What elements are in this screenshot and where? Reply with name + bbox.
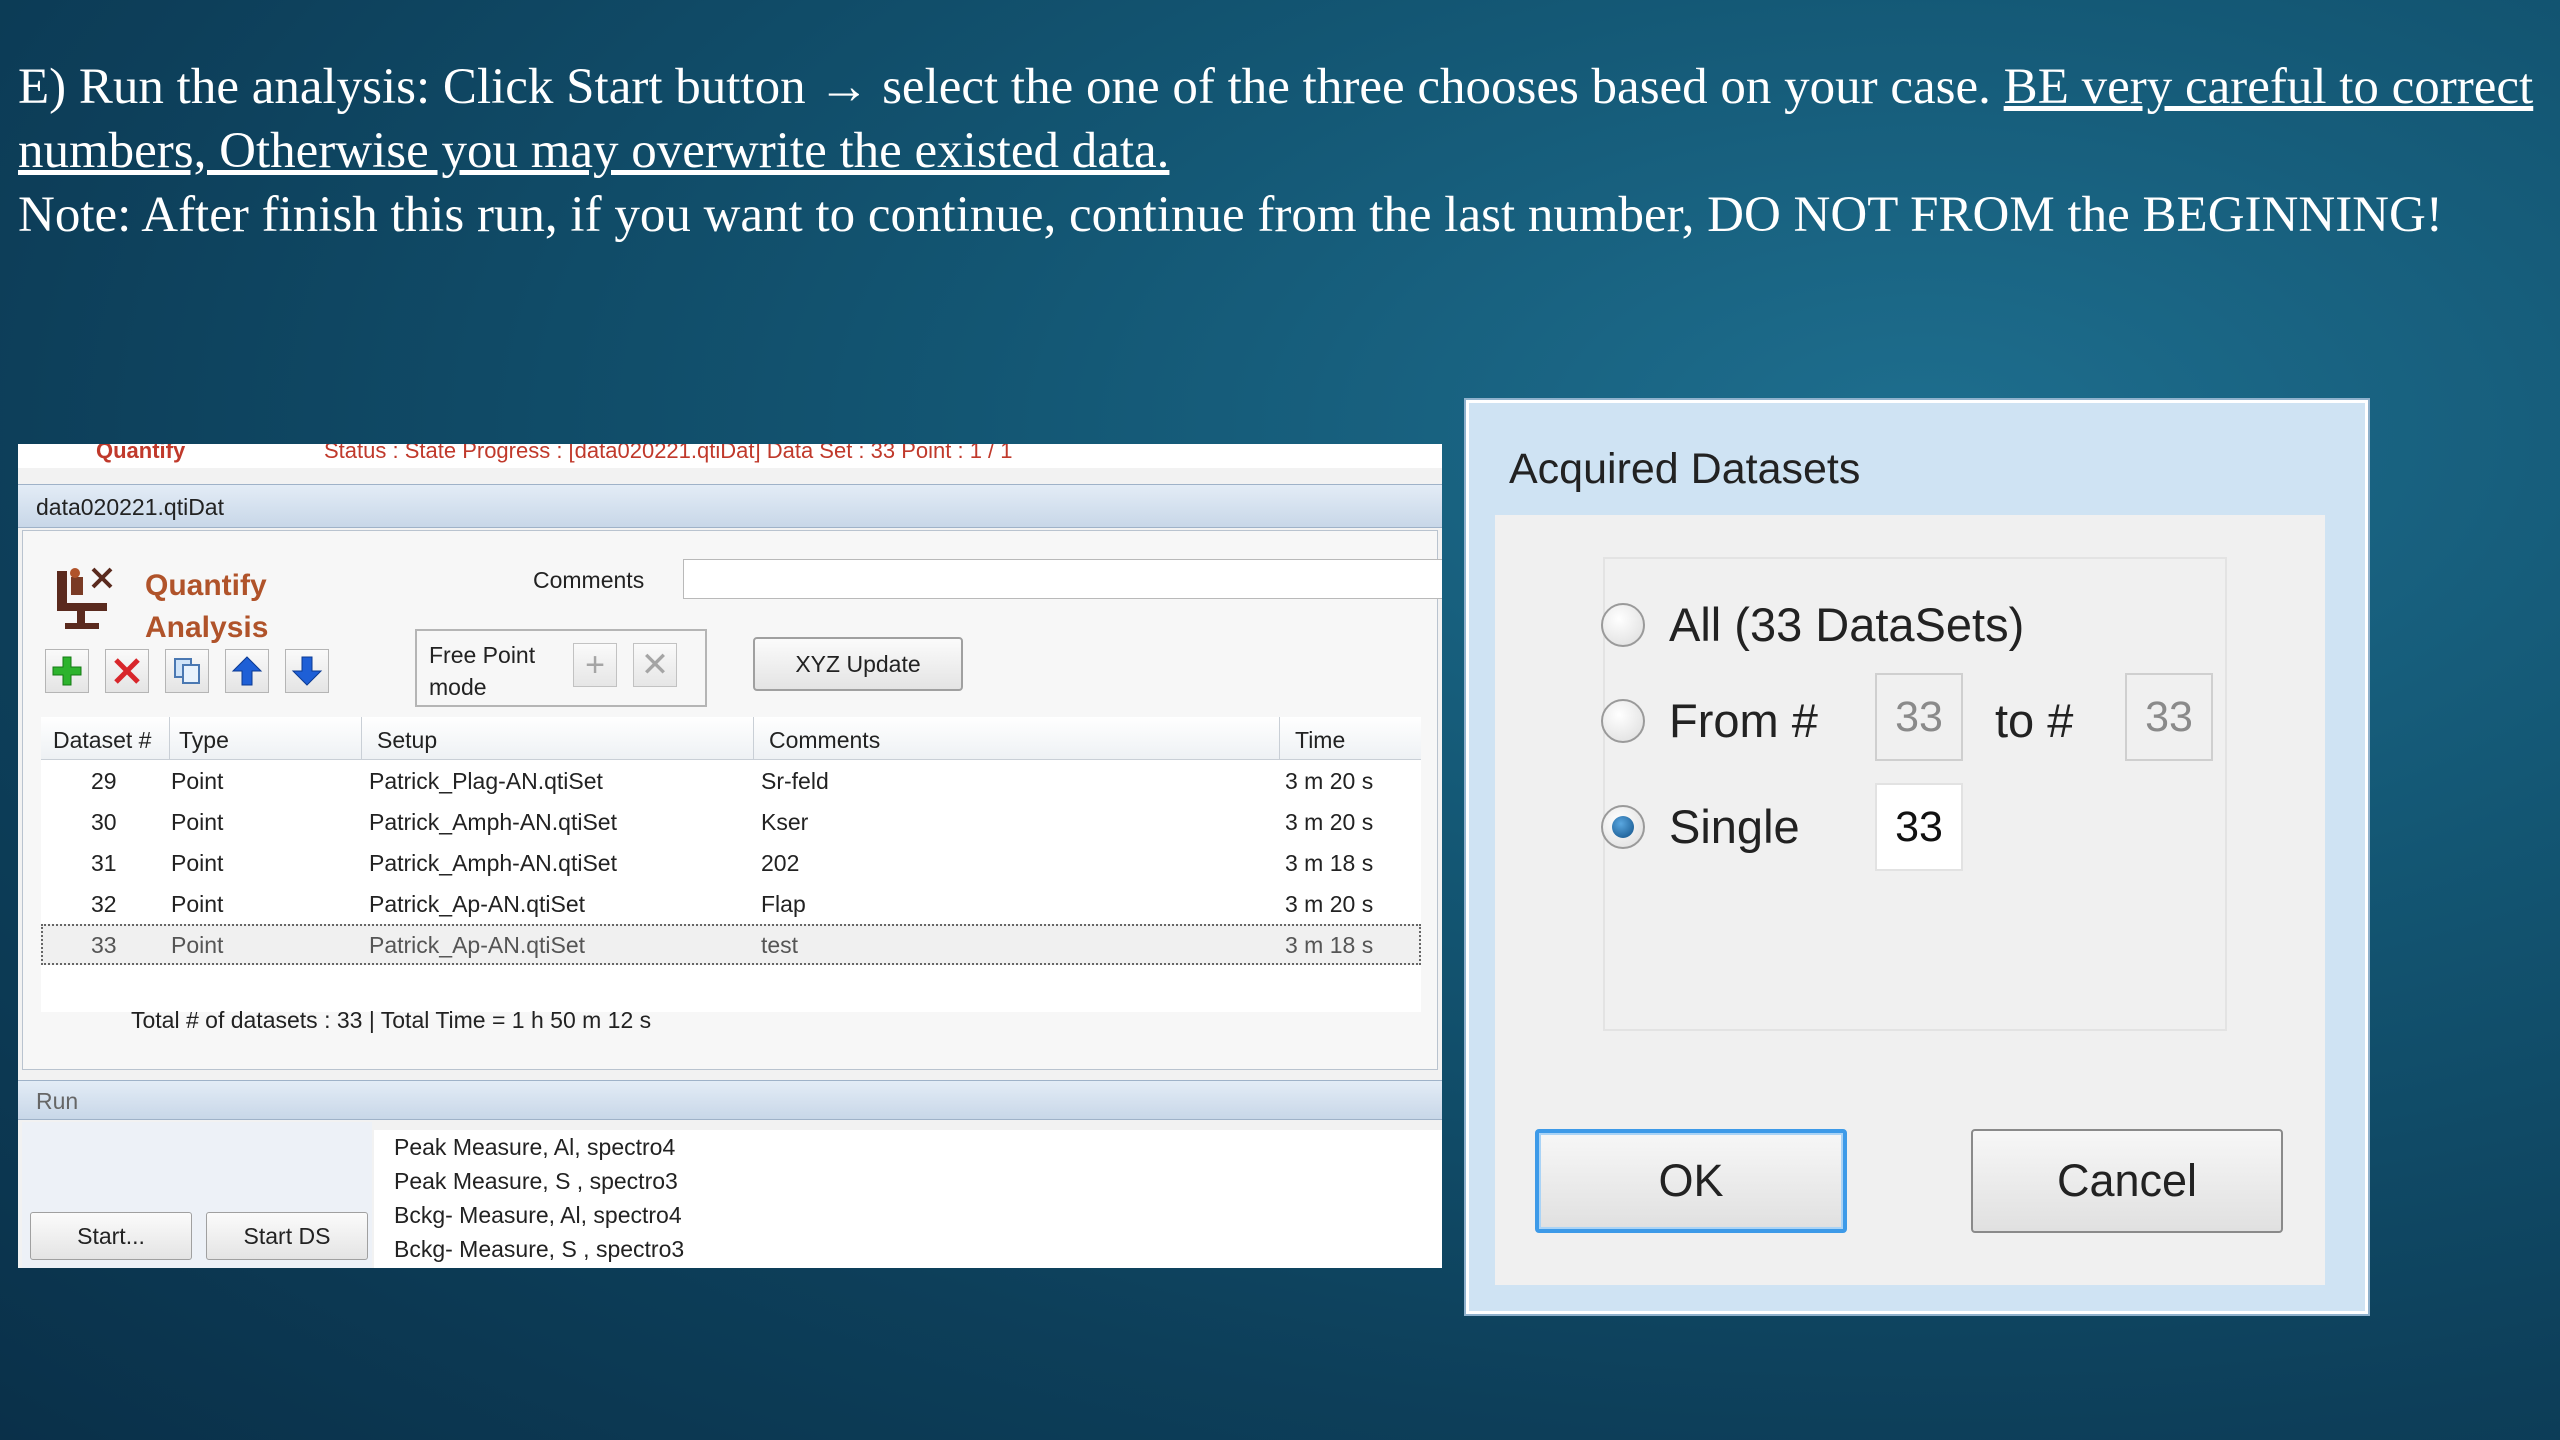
status-quantity-label: Quantify xyxy=(96,444,186,463)
table-row[interactable]: 29 Point Patrick_Plag-AN.qtiSet Sr-feld … xyxy=(41,760,1421,801)
comments-input[interactable] xyxy=(683,559,1442,599)
from-number-input[interactable]: 33 xyxy=(1875,673,1963,761)
quantify-panel: Quantify Analysis Comments Free Point mo… xyxy=(22,530,1442,1070)
column-header-dataset[interactable]: Dataset # xyxy=(53,727,151,754)
cell-dataset: 29 xyxy=(91,768,117,794)
panel-title: data020221.qtiDat xyxy=(18,484,1442,528)
column-header-type[interactable]: Type xyxy=(179,727,229,754)
single-number-input[interactable]: 33 xyxy=(1875,783,1963,871)
move-up-icon xyxy=(231,656,263,686)
instruction-note: Note: After finish this run, if you want… xyxy=(18,187,2443,243)
move-down-button[interactable] xyxy=(285,649,329,693)
cell-comments: 202 xyxy=(761,850,800,876)
list-item[interactable]: Peak Measure, S , spectro3 xyxy=(394,1168,678,1195)
cell-time: 3 m 18 s xyxy=(1285,932,1374,958)
table-row-selected[interactable]: 33 Point Patrick_Ap-AN.qtiSet test 3 m 1… xyxy=(41,924,1421,965)
cell-time: 3 m 18 s xyxy=(1285,850,1374,876)
cell-type: Point xyxy=(171,850,224,876)
cell-setup: Patrick_Amph-AN.qtiSet xyxy=(369,850,617,876)
quantify-analysis-icon xyxy=(53,563,123,633)
cell-comments: Sr-feld xyxy=(761,768,829,794)
start-button[interactable]: Start... xyxy=(30,1212,192,1260)
cell-dataset: 32 xyxy=(91,891,117,917)
xyz-update-button[interactable]: XYZ Update xyxy=(753,637,963,691)
run-steps-list: Peak Measure, Al, spectro4 Peak Measure,… xyxy=(374,1130,1442,1268)
cell-time: 3 m 20 s xyxy=(1285,891,1374,917)
option-to-label: to # xyxy=(1995,694,2074,747)
cell-time: 3 m 20 s xyxy=(1285,768,1374,794)
radio-single[interactable] xyxy=(1601,805,1645,849)
cell-comments: test xyxy=(761,932,799,958)
quantify-analysis-title: Quantify Analysis xyxy=(145,565,268,649)
delete-dataset-button[interactable] xyxy=(105,649,149,693)
copy-dataset-button[interactable] xyxy=(165,649,209,693)
cell-dataset: 33 xyxy=(91,932,117,958)
cell-setup: Patrick_Ap-AN.qtiSet xyxy=(369,891,586,917)
slide-instructions: E) Run the analysis: Click Start button … xyxy=(18,55,2538,247)
qa-title-line2: Analysis xyxy=(145,611,269,644)
cell-type: Point xyxy=(171,809,224,835)
cell-dataset: 30 xyxy=(91,809,117,835)
list-item[interactable]: Peak Measure, Al, spectro4 xyxy=(394,1134,675,1161)
free-point-remove-button[interactable]: ✕ xyxy=(633,643,677,687)
option-from-label[interactable]: From # xyxy=(1669,693,1818,748)
cell-comments: Kser xyxy=(761,809,809,835)
delete-icon xyxy=(114,658,140,684)
cell-dataset: 31 xyxy=(91,850,117,876)
copy-icon xyxy=(174,658,200,684)
cell-time: 3 m 20 s xyxy=(1285,809,1374,835)
start-ds-button[interactable]: Start DS xyxy=(206,1212,368,1260)
datasets-totals: Total # of datasets : 33 | Total Time = … xyxy=(131,1007,652,1033)
close-icon: ✕ xyxy=(640,646,670,684)
ok-button[interactable]: OK xyxy=(1535,1129,1847,1233)
table-row[interactable]: 32 Point Patrick_Ap-AN.qtiSet Flap 3 m 2… xyxy=(41,883,1421,924)
column-header-time[interactable]: Time xyxy=(1295,727,1345,754)
table-row[interactable]: 31 Point Patrick_Amph-AN.qtiSet 202 3 m … xyxy=(41,842,1421,883)
acquired-datasets-dialog: Acquired Datasets All (33 DataSets) From… xyxy=(1466,400,2368,1314)
dataset-selection-group: All (33 DataSets) From # 33 to # 33 Sing… xyxy=(1601,557,2227,1031)
move-down-icon xyxy=(291,656,323,686)
add-dataset-button[interactable] xyxy=(45,649,89,693)
dialog-title: Acquired Datasets xyxy=(1509,445,1861,493)
table-row[interactable]: 30 Point Patrick_Amph-AN.qtiSet Kser 3 m… xyxy=(41,801,1421,842)
plus-icon: + xyxy=(585,645,605,684)
free-point-add-button[interactable]: + xyxy=(573,643,617,687)
run-panel-title: Run xyxy=(18,1080,1442,1120)
column-header-setup[interactable]: Setup xyxy=(377,727,437,754)
radio-all[interactable] xyxy=(1601,603,1645,647)
dialog-content: All (33 DataSets) From # 33 to # 33 Sing… xyxy=(1495,515,2325,1285)
option-single-label[interactable]: Single xyxy=(1669,799,1800,854)
status-bar: Quantify Status : State Progress : [data… xyxy=(18,444,1442,468)
datasets-table: Dataset # Type Setup Comments Time 29 Po… xyxy=(41,717,1421,1012)
cell-setup: Patrick_Ap-AN.qtiSet xyxy=(369,932,586,958)
cell-setup: Patrick_Amph-AN.qtiSet xyxy=(369,809,617,835)
cancel-button[interactable]: Cancel xyxy=(1971,1129,2283,1233)
move-up-button[interactable] xyxy=(225,649,269,693)
list-item[interactable]: Bckg- Measure, Al, spectro4 xyxy=(394,1202,682,1229)
qa-title-line1: Quantify xyxy=(145,569,267,602)
radio-from[interactable] xyxy=(1601,699,1645,743)
column-header-comments[interactable]: Comments xyxy=(769,727,880,754)
to-number-input[interactable]: 33 xyxy=(2125,673,2213,761)
cell-type: Point xyxy=(171,768,224,794)
table-header: Dataset # Type Setup Comments Time xyxy=(41,717,1421,760)
cell-type: Point xyxy=(171,932,224,958)
comments-label: Comments xyxy=(533,567,645,593)
table-body: 29 Point Patrick_Plag-AN.qtiSet Sr-feld … xyxy=(41,760,1421,1012)
list-item[interactable]: Bckg- Measure, S , spectro3 xyxy=(394,1236,684,1263)
cell-comments: Flap xyxy=(761,891,806,917)
cell-setup: Patrick_Plag-AN.qtiSet xyxy=(369,768,603,794)
quantify-app-window: Quantify Status : State Progress : [data… xyxy=(18,444,1442,1268)
free-point-label: Free Point mode xyxy=(429,642,536,700)
status-text: Status : State Progress : [data020221.qt… xyxy=(324,444,1013,463)
instruction-line-1: E) Run the analysis: Click Start button … xyxy=(18,59,2004,115)
cell-type: Point xyxy=(171,891,224,917)
option-all-label[interactable]: All (33 DataSets) xyxy=(1669,597,2024,652)
free-point-mode-group: Free Point mode + ✕ xyxy=(415,629,707,707)
add-icon xyxy=(52,656,82,686)
